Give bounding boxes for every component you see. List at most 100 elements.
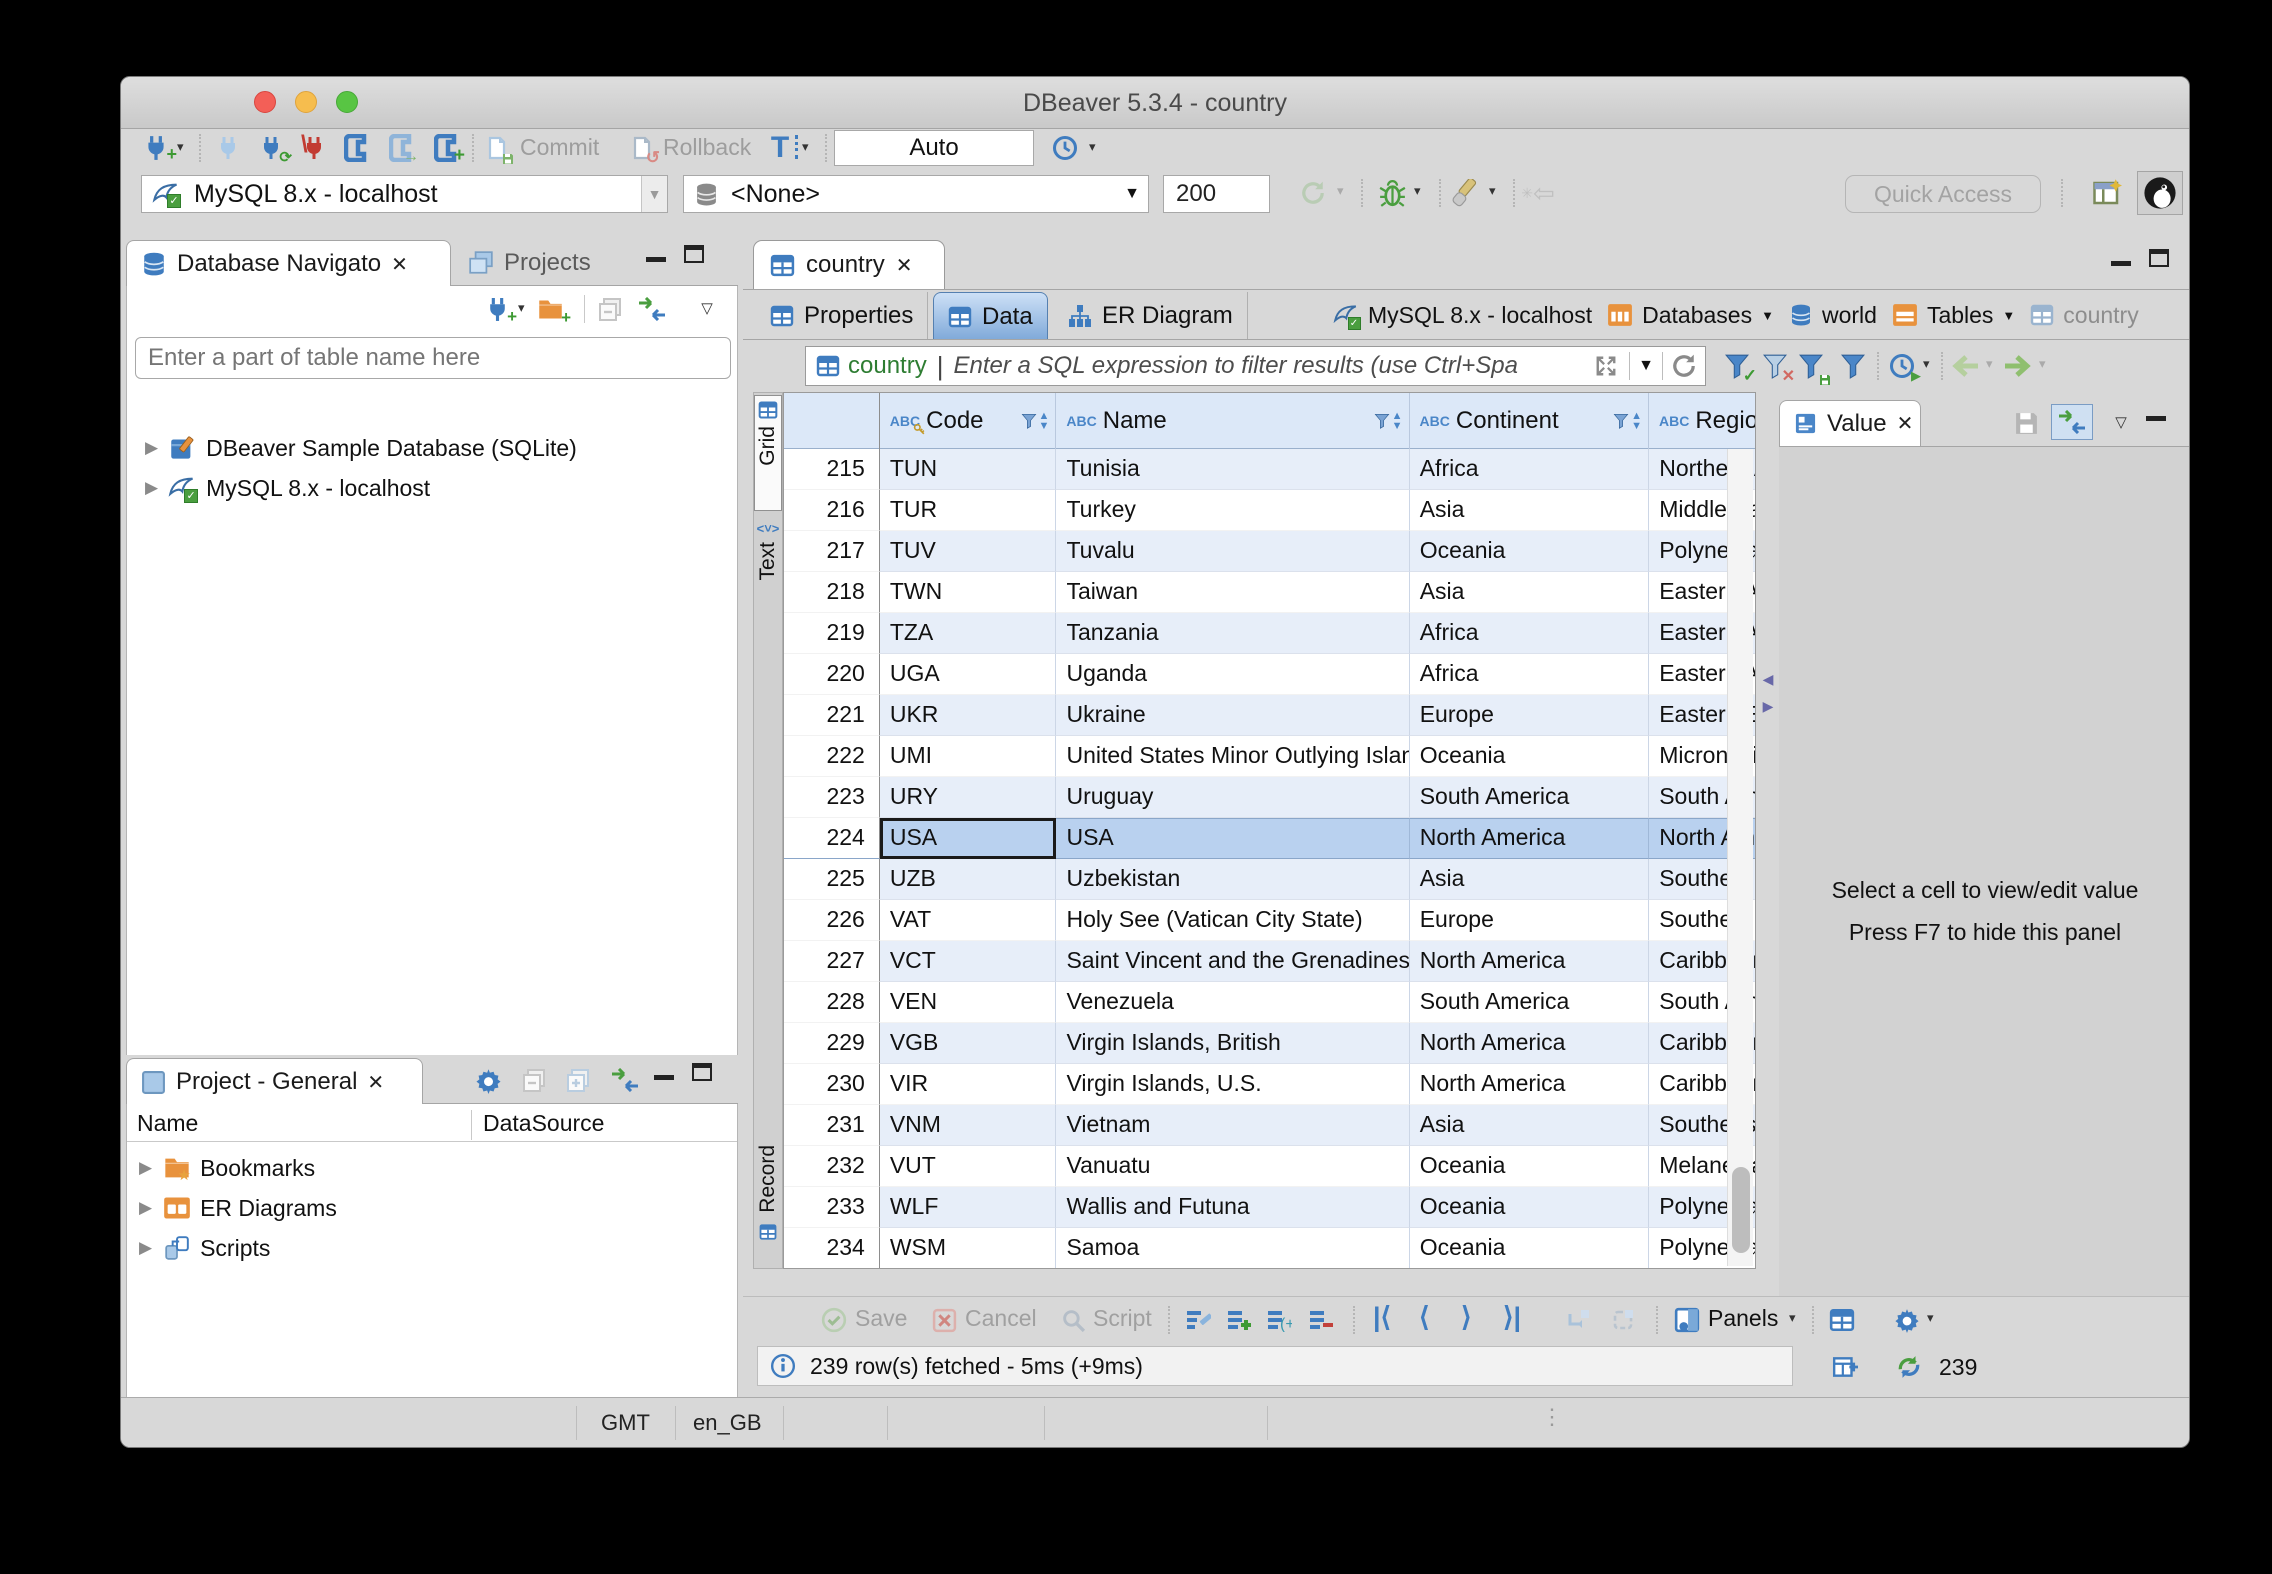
cell-name[interactable]: Wallis and Futuna (1056, 1187, 1410, 1228)
expand-filter-icon[interactable] (1591, 355, 1621, 377)
link-with-editor-icon[interactable] (609, 1066, 641, 1094)
debug-dropdown[interactable]: ▾ (1414, 183, 1421, 199)
expand-arrow-icon[interactable]: ▶ (145, 438, 158, 458)
row-number[interactable]: 234 (784, 1228, 880, 1268)
cell-name[interactable]: Tanzania (1056, 613, 1410, 654)
table-row[interactable]: 223URYUruguaySouth AmericaSouth America (784, 777, 1755, 818)
project-settings-gear-icon[interactable] (473, 1065, 503, 1095)
calc-panel-icon[interactable] (1829, 1352, 1861, 1382)
cell-name[interactable]: Tunisia (1056, 449, 1410, 490)
cell-continent[interactable]: Africa (1409, 654, 1650, 695)
cell-code[interactable]: WLF (879, 1187, 1057, 1228)
minimize-panel-icon[interactable] (646, 257, 666, 262)
filter-input-box[interactable]: country | Enter a SQL expression to filt… (805, 346, 1706, 386)
cell-continent[interactable]: Oceania (1409, 1187, 1650, 1228)
cell-continent[interactable]: North America (1409, 941, 1650, 982)
cancel-result-icon[interactable] (930, 1306, 958, 1334)
maximize-panel-icon[interactable] (692, 1063, 712, 1081)
custom-filter-icon[interactable] (1837, 349, 1869, 383)
table-row[interactable]: 225UZBUzbekistanAsiaSouthern and Central… (784, 859, 1755, 900)
link-with-editor-icon[interactable] (636, 295, 668, 323)
row-number[interactable]: 222 (784, 736, 880, 777)
cell-continent[interactable]: Oceania (1410, 1228, 1650, 1268)
row-number[interactable]: 224 (784, 818, 880, 859)
column-header-region[interactable]: ABC Region (1649, 393, 1755, 449)
cell-code[interactable]: VGB (879, 1023, 1057, 1064)
cell-continent[interactable]: North America (1409, 1064, 1650, 1105)
reconnect-icon[interactable]: ⟳ (255, 133, 292, 166)
perspective-icon[interactable] (2089, 175, 2125, 211)
row-number[interactable]: 225 (784, 859, 880, 900)
row-number[interactable]: 220 (784, 654, 880, 695)
tree-item-bookmarks[interactable]: ▶ ★ Bookmarks (127, 1148, 737, 1188)
cell-name[interactable]: Turkey (1056, 490, 1410, 531)
table-row[interactable]: 222 UMI United States Minor Outlying Islan… (784, 736, 1755, 777)
panels-icon[interactable] (1672, 1306, 1702, 1334)
cell-continent[interactable]: Oceania (1409, 531, 1650, 572)
cell-code[interactable]: UMI (879, 736, 1057, 777)
table-row[interactable]: 228VENVenezuelaSouth AmericaSouth Americ… (784, 982, 1755, 1023)
collapse-all-icon[interactable] (596, 295, 624, 323)
transaction-mode-dropdown[interactable]: ▾ (802, 139, 809, 155)
minimize-value-panel-icon[interactable] (2145, 414, 2167, 422)
table-row[interactable]: 220UGAUgandaAfricaEastern Africa (784, 654, 1755, 695)
expand-arrow-icon[interactable]: ▶ (139, 1198, 152, 1218)
cell-continent[interactable]: Europe (1409, 900, 1650, 941)
collapse-right-icon[interactable]: ▶ (1763, 698, 1774, 715)
result-settings-gear-icon[interactable] (1893, 1306, 1921, 1334)
connect-icon[interactable] (213, 133, 243, 163)
cell-code[interactable]: VNM (879, 1105, 1057, 1146)
cell-continent[interactable]: South America (1409, 982, 1650, 1023)
table-row[interactable]: 231VNMVietnamAsiaSoutheast Asia (784, 1105, 1755, 1146)
table-row[interactable]: 233 WLF Wallis and Futuna Oceania Polynesia (784, 1187, 1755, 1228)
table-row[interactable]: 216TURTurkeyAsiaMiddle East (784, 490, 1755, 531)
breadcrumb-tables[interactable]: Tables (1927, 302, 1993, 329)
cell-code[interactable]: USA (879, 818, 1057, 859)
tree-item-er-diagrams[interactable]: ▶ ER Diagrams (127, 1188, 737, 1228)
cell-name[interactable]: Holy See (Vatican City State) (1056, 900, 1410, 941)
row-number[interactable]: 232 (784, 1146, 880, 1187)
new-folder-icon[interactable]: + (533, 294, 571, 327)
tab-properties[interactable]: Properties (756, 292, 929, 340)
column-filter-sort-icons[interactable]: ▲ ▼ (1613, 411, 1642, 432)
cell-name[interactable]: Samoa (1056, 1228, 1410, 1268)
cell-continent[interactable]: South America (1409, 777, 1650, 818)
cell-name[interactable]: Uruguay (1056, 777, 1410, 818)
quick-access-input[interactable] (1845, 175, 2041, 213)
tab-project-general[interactable]: Project - General ✕ (126, 1058, 423, 1105)
cell-code[interactable]: UGA (879, 654, 1057, 695)
cancel-result-button[interactable]: Cancel (965, 1305, 1037, 1332)
refresh-icon[interactable] (1671, 353, 1697, 379)
cell-code[interactable]: VEN (879, 982, 1057, 1023)
last-row-icon[interactable]: ⟩| (1503, 1302, 1521, 1333)
cell-code[interactable]: WSM (880, 1228, 1057, 1268)
breadcrumb-world[interactable]: world (1822, 302, 1877, 329)
column-divider[interactable] (471, 1110, 472, 1140)
tab-record-mode[interactable]: Record (754, 1141, 782, 1267)
cell-continent[interactable]: Asia (1409, 1105, 1650, 1146)
minimize-editor-icon[interactable] (2111, 261, 2131, 266)
table-row[interactable]: 232 VUT Vanuatu Oceania Melanesia (784, 1146, 1755, 1187)
save-value-icon[interactable] (2011, 408, 2041, 438)
row-number[interactable]: 227 (784, 941, 880, 982)
close-tab-icon[interactable]: ✕ (1897, 411, 1914, 436)
table-row[interactable]: 227 VCT Saint Vincent and the Grenadines No… (784, 941, 1755, 982)
database-combo[interactable]: <None> ▼ (683, 175, 1149, 213)
fetch-previous-icon[interactable] (1948, 351, 1982, 381)
row-number[interactable]: 221 (784, 695, 880, 736)
cell-continent[interactable]: Oceania (1409, 736, 1650, 777)
row-number[interactable]: 218 (784, 572, 880, 613)
auto-switch-icon[interactable] (2051, 404, 2093, 440)
open-sql-script-icon[interactable]: → (387, 132, 419, 165)
nav-new-connection-icon[interactable]: + (481, 294, 517, 326)
maximize-panel-icon[interactable] (684, 245, 704, 263)
filter-history-dropdown[interactable]: ▼ (1638, 357, 1654, 375)
table-search-input[interactable] (135, 337, 731, 379)
fetch-next-dropdown[interactable]: ▾ (2039, 356, 2046, 372)
cell-code[interactable]: UKR (879, 695, 1057, 736)
nav-new-connection-dropdown[interactable]: ▾ (518, 300, 525, 316)
row-number-header[interactable] (784, 393, 880, 449)
row-number[interactable]: 230 (784, 1064, 880, 1105)
grid-mode-icon[interactable] (1827, 1306, 1857, 1334)
row-number[interactable]: 229 (784, 1023, 880, 1064)
